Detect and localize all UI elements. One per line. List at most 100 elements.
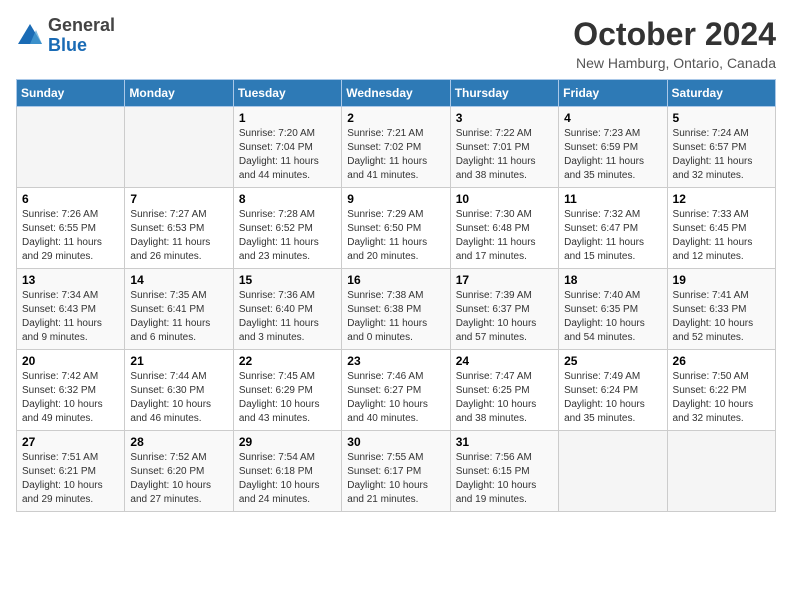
day-info: Sunrise: 7:35 AMSunset: 6:41 PMDaylight:…: [130, 289, 227, 345]
weekday-header: Wednesday: [342, 80, 450, 107]
day-number: 25: [564, 354, 661, 368]
weekday-header: Friday: [559, 80, 667, 107]
calendar-cell: 11 Sunrise: 7:32 AMSunset: 6:47 PMDayligh…: [559, 188, 667, 269]
day-info: Sunrise: 7:26 AMSunset: 6:55 PMDaylight:…: [22, 208, 119, 264]
calendar-week-row: 1 Sunrise: 7:20 AMSunset: 7:04 PMDaylight…: [17, 107, 776, 188]
day-info: Sunrise: 7:47 AMSunset: 6:25 PMDaylight:…: [456, 370, 553, 426]
day-number: 12: [673, 192, 770, 206]
calendar-cell: 1 Sunrise: 7:20 AMSunset: 7:04 PMDaylight…: [233, 107, 341, 188]
calendar-cell: [125, 107, 233, 188]
day-info: Sunrise: 7:41 AMSunset: 6:33 PMDaylight:…: [673, 289, 770, 345]
calendar-cell: 12 Sunrise: 7:33 AMSunset: 6:45 PMDayligh…: [667, 188, 775, 269]
day-info: Sunrise: 7:29 AMSunset: 6:50 PMDaylight:…: [347, 208, 444, 264]
logo: General Blue: [16, 16, 115, 56]
calendar-cell: 2 Sunrise: 7:21 AMSunset: 7:02 PMDaylight…: [342, 107, 450, 188]
weekday-header-row: SundayMondayTuesdayWednesdayThursdayFrid…: [17, 80, 776, 107]
day-info: Sunrise: 7:42 AMSunset: 6:32 PMDaylight:…: [22, 370, 119, 426]
calendar-table: SundayMondayTuesdayWednesdayThursdayFrid…: [16, 79, 776, 512]
day-info: Sunrise: 7:49 AMSunset: 6:24 PMDaylight:…: [564, 370, 661, 426]
day-number: 17: [456, 273, 553, 287]
location: New Hamburg, Ontario, Canada: [573, 55, 776, 71]
calendar-week-row: 6Sunrise: 7:26 AMSunset: 6:55 PMDaylight…: [17, 188, 776, 269]
day-number: 29: [239, 435, 336, 449]
day-number: 16: [347, 273, 444, 287]
day-info: Sunrise: 7:30 AMSunset: 6:48 PMDaylight:…: [456, 208, 553, 264]
calendar-cell: 19Sunrise: 7:41 AMSunset: 6:33 PMDayligh…: [667, 269, 775, 350]
day-info: Sunrise: 7:38 AMSunset: 6:38 PMDaylight:…: [347, 289, 444, 345]
day-info: Sunrise: 7:56 AMSunset: 6:15 PMDaylight:…: [456, 451, 553, 507]
calendar-cell: 22 Sunrise: 7:45 AMSunset: 6:29 PMDayligh…: [233, 350, 341, 431]
calendar-week-row: 20 Sunrise: 7:42 AMSunset: 6:32 PMDayligh…: [17, 350, 776, 431]
weekday-header: Sunday: [17, 80, 125, 107]
day-info: Sunrise: 7:24 AMSunset: 6:57 PMDaylight:…: [673, 127, 770, 183]
calendar-cell: 20 Sunrise: 7:42 AMSunset: 6:32 PMDayligh…: [17, 350, 125, 431]
day-number: 23: [347, 354, 444, 368]
logo-general: General: [48, 16, 115, 36]
day-info: Sunrise: 7:45 AMSunset: 6:29 PMDaylight:…: [239, 370, 336, 426]
day-number: 5: [673, 111, 770, 125]
calendar-cell: 3Sunrise: 7:22 AMSunset: 7:01 PMDaylight…: [450, 107, 558, 188]
day-number: 15: [239, 273, 336, 287]
day-info: Sunrise: 7:55 AMSunset: 6:17 PMDaylight:…: [347, 451, 444, 507]
logo-icon: [16, 22, 44, 50]
calendar-cell: 27 Sunrise: 7:51 AMSunset: 6:21 PMDayligh…: [17, 431, 125, 512]
calendar-cell: 17 Sunrise: 7:39 AMSunset: 6:37 PMDayligh…: [450, 269, 558, 350]
calendar-cell: 16 Sunrise: 7:38 AMSunset: 6:38 PMDayligh…: [342, 269, 450, 350]
calendar-cell: 21Sunrise: 7:44 AMSunset: 6:30 PMDayligh…: [125, 350, 233, 431]
day-info: Sunrise: 7:52 AMSunset: 6:20 PMDaylight:…: [130, 451, 227, 507]
day-number: 8: [239, 192, 336, 206]
logo-blue: Blue: [48, 36, 115, 56]
day-number: 3: [456, 111, 553, 125]
calendar-cell: 28Sunrise: 7:52 AMSunset: 6:20 PMDayligh…: [125, 431, 233, 512]
day-info: Sunrise: 7:20 AMSunset: 7:04 PMDaylight:…: [239, 127, 336, 183]
day-number: 18: [564, 273, 661, 287]
day-info: Sunrise: 7:36 AMSunset: 6:40 PMDaylight:…: [239, 289, 336, 345]
logo-text: General Blue: [48, 16, 115, 56]
day-info: Sunrise: 7:34 AMSunset: 6:43 PMDaylight:…: [22, 289, 119, 345]
calendar-cell: 18Sunrise: 7:40 AMSunset: 6:35 PMDayligh…: [559, 269, 667, 350]
day-number: 30: [347, 435, 444, 449]
calendar-cell: 13 Sunrise: 7:34 AMSunset: 6:43 PMDayligh…: [17, 269, 125, 350]
day-number: 27: [22, 435, 119, 449]
calendar-cell: 7 Sunrise: 7:27 AMSunset: 6:53 PMDaylight…: [125, 188, 233, 269]
calendar-cell: 31 Sunrise: 7:56 AMSunset: 6:15 PMDayligh…: [450, 431, 558, 512]
day-number: 13: [22, 273, 119, 287]
day-info: Sunrise: 7:32 AMSunset: 6:47 PMDaylight:…: [564, 208, 661, 264]
calendar-page: General Blue October 2024 New Hamburg, O…: [0, 0, 792, 528]
day-info: Sunrise: 7:50 AMSunset: 6:22 PMDaylight:…: [673, 370, 770, 426]
day-info: Sunrise: 7:39 AMSunset: 6:37 PMDaylight:…: [456, 289, 553, 345]
day-number: 11: [564, 192, 661, 206]
calendar-cell: 5 Sunrise: 7:24 AMSunset: 6:57 PMDaylight…: [667, 107, 775, 188]
day-info: Sunrise: 7:33 AMSunset: 6:45 PMDaylight:…: [673, 208, 770, 264]
calendar-week-row: 27 Sunrise: 7:51 AMSunset: 6:21 PMDayligh…: [17, 431, 776, 512]
day-number: 7: [130, 192, 227, 206]
calendar-cell: 14Sunrise: 7:35 AMSunset: 6:41 PMDayligh…: [125, 269, 233, 350]
calendar-cell: 26 Sunrise: 7:50 AMSunset: 6:22 PMDayligh…: [667, 350, 775, 431]
day-info: Sunrise: 7:23 AMSunset: 6:59 PMDaylight:…: [564, 127, 661, 183]
day-number: 21: [130, 354, 227, 368]
calendar-cell: 30 Sunrise: 7:55 AMSunset: 6:17 PMDayligh…: [342, 431, 450, 512]
day-number: 31: [456, 435, 553, 449]
weekday-header: Saturday: [667, 80, 775, 107]
day-number: 9: [347, 192, 444, 206]
day-number: 20: [22, 354, 119, 368]
day-info: Sunrise: 7:46 AMSunset: 6:27 PMDaylight:…: [347, 370, 444, 426]
calendar-cell: 8Sunrise: 7:28 AMSunset: 6:52 PMDaylight…: [233, 188, 341, 269]
calendar-cell: 24Sunrise: 7:47 AMSunset: 6:25 PMDayligh…: [450, 350, 558, 431]
day-info: Sunrise: 7:27 AMSunset: 6:53 PMDaylight:…: [130, 208, 227, 264]
calendar-cell: 6Sunrise: 7:26 AMSunset: 6:55 PMDaylight…: [17, 188, 125, 269]
title-block: October 2024 New Hamburg, Ontario, Canad…: [573, 16, 776, 71]
month-title: October 2024: [573, 16, 776, 53]
weekday-header: Thursday: [450, 80, 558, 107]
day-number: 2: [347, 111, 444, 125]
day-number: 1: [239, 111, 336, 125]
day-info: Sunrise: 7:21 AMSunset: 7:02 PMDaylight:…: [347, 127, 444, 183]
weekday-header: Tuesday: [233, 80, 341, 107]
day-number: 26: [673, 354, 770, 368]
day-number: 10: [456, 192, 553, 206]
calendar-cell: 4Sunrise: 7:23 AMSunset: 6:59 PMDaylight…: [559, 107, 667, 188]
calendar-cell: [17, 107, 125, 188]
page-header: General Blue October 2024 New Hamburg, O…: [16, 16, 776, 71]
day-info: Sunrise: 7:51 AMSunset: 6:21 PMDaylight:…: [22, 451, 119, 507]
day-number: 22: [239, 354, 336, 368]
